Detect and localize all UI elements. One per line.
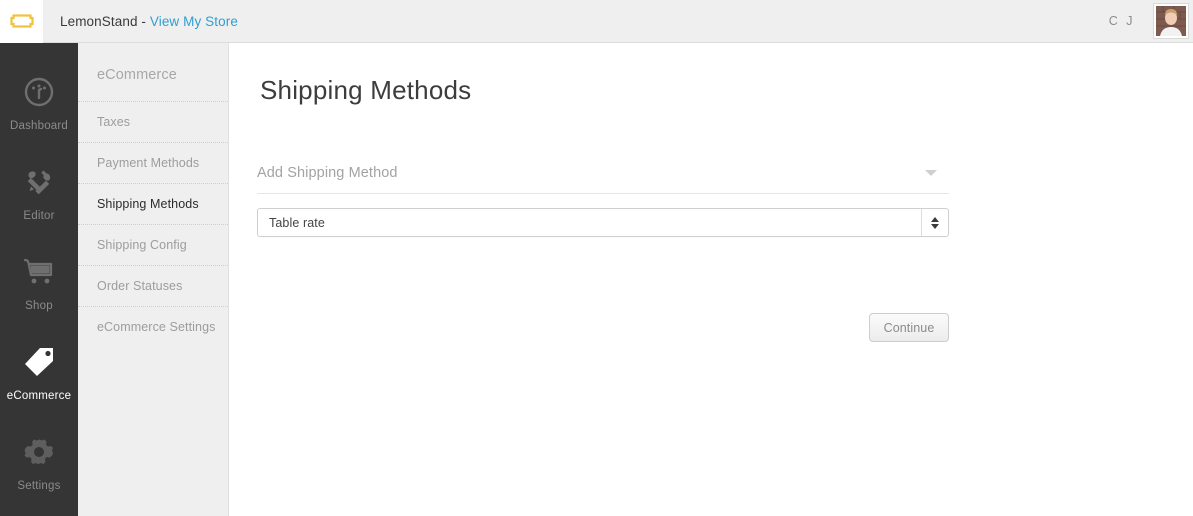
sidebar-item-payment-methods[interactable]: Payment Methods xyxy=(78,142,228,183)
sidebar-item-label: Shipping Config xyxy=(97,238,187,252)
sidebar-item-shipping-methods[interactable]: Shipping Methods xyxy=(78,183,228,224)
shopping-cart-icon xyxy=(22,252,56,292)
user-initials: C J xyxy=(1108,14,1135,28)
lemonstand-tag-logo-icon xyxy=(9,10,35,32)
stepper-down-arrow xyxy=(931,223,939,229)
sidebar-item-taxes[interactable]: Taxes xyxy=(78,101,228,142)
secondary-navigation: eCommerce Taxes Payment Methods Shipping… xyxy=(78,43,229,516)
stepper-up-arrow xyxy=(931,216,939,222)
shipping-method-select[interactable]: Table rate xyxy=(257,208,949,237)
nav-item-ecommerce[interactable]: eCommerce xyxy=(0,327,78,417)
nav-item-settings-label: Settings xyxy=(17,480,61,492)
brand-name: LemonStand - xyxy=(60,13,150,29)
nav-item-dashboard[interactable]: Dashboard xyxy=(0,57,78,147)
nav-item-shop-label: Shop xyxy=(25,300,53,312)
sidebar-item-label: eCommerce Settings xyxy=(97,320,216,334)
shipping-method-select-wrapper: Table rate xyxy=(257,208,949,237)
gear-icon xyxy=(23,432,55,472)
shipping-method-select-value: Table rate xyxy=(269,215,325,230)
user-avatar-photo-icon xyxy=(1156,6,1186,36)
continue-button[interactable]: Continue xyxy=(869,313,949,342)
sidebar-item-label: Payment Methods xyxy=(97,156,200,170)
secondary-nav-title: eCommerce xyxy=(97,67,177,83)
top-header-bar: LemonStand - View My Store C J xyxy=(0,0,1193,43)
price-tag-icon xyxy=(22,342,56,382)
sidebar-item-label: Taxes xyxy=(97,115,131,129)
view-my-store-link[interactable]: View My Store xyxy=(150,14,238,29)
wrench-pencil-icon xyxy=(23,162,55,202)
main-content: Shipping Methods Add Shipping Method Tab… xyxy=(230,43,1193,516)
primary-navigation: Dashboard Editor Shop eCommerce Settings xyxy=(0,43,78,516)
nav-item-editor[interactable]: Editor xyxy=(0,147,78,237)
sidebar-item-label: Shipping Methods xyxy=(97,197,199,211)
add-shipping-method-label: Add Shipping Method xyxy=(257,164,398,181)
brand-title: LemonStand - View My Store xyxy=(60,14,238,29)
nav-item-shop[interactable]: Shop xyxy=(0,237,78,327)
header-user-area: C J xyxy=(1109,3,1193,39)
gauge-icon xyxy=(23,72,55,112)
avatar[interactable] xyxy=(1153,3,1189,39)
chevron-down-icon xyxy=(925,169,937,176)
nav-item-settings[interactable]: Settings xyxy=(0,417,78,507)
sidebar-item-ecommerce-settings[interactable]: eCommerce Settings xyxy=(78,306,228,347)
sidebar-item-order-statuses[interactable]: Order Statuses xyxy=(78,265,228,306)
sidebar-item-shipping-config[interactable]: Shipping Config xyxy=(78,224,228,265)
sidebar-item-label: Order Statuses xyxy=(97,279,183,293)
add-shipping-method-dropdown[interactable]: Add Shipping Method xyxy=(257,152,949,194)
nav-item-dashboard-label: Dashboard xyxy=(9,120,69,132)
up-down-stepper-icon[interactable] xyxy=(921,209,948,236)
nav-item-editor-label: Editor xyxy=(23,210,55,222)
app-logo[interactable] xyxy=(0,0,43,43)
application-window: LemonStand - View My Store C J Dashboard… xyxy=(0,0,1193,516)
nav-item-ecommerce-label: eCommerce xyxy=(6,390,72,402)
page-title: Shipping Methods xyxy=(260,75,472,105)
